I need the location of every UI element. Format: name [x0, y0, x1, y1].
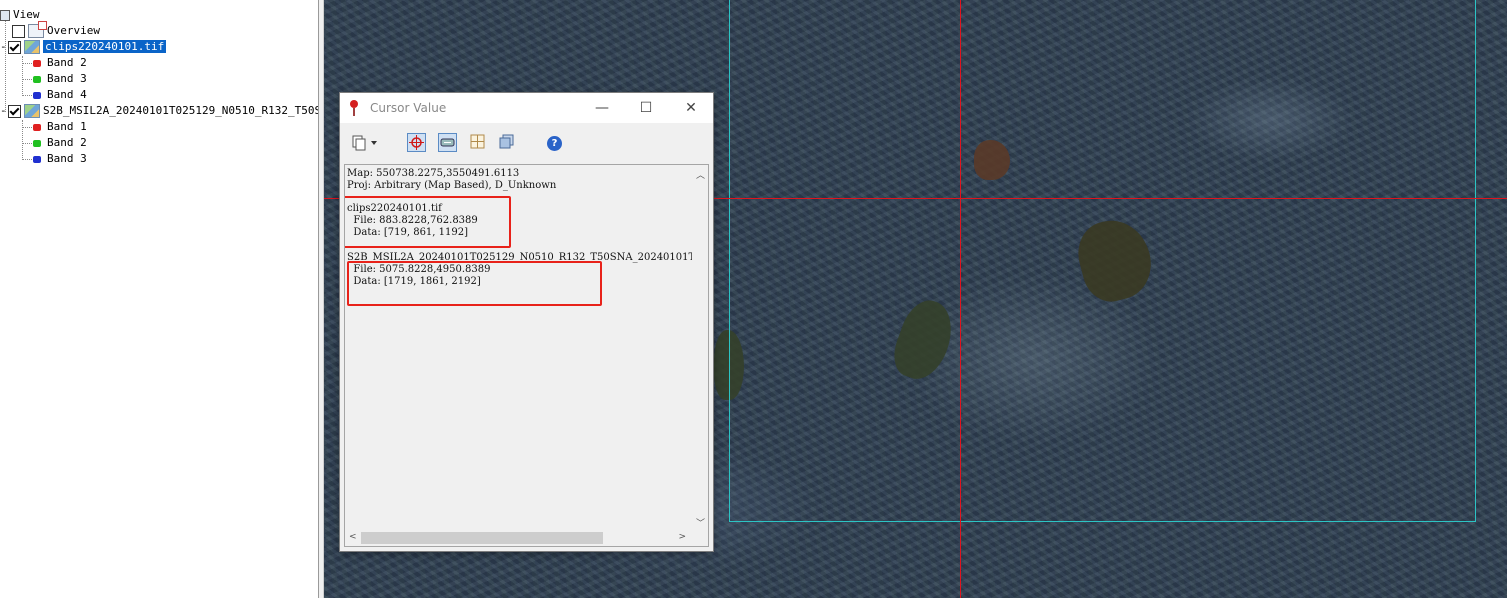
band-label: Band 2	[47, 136, 87, 149]
band-label: Band 4	[47, 88, 87, 101]
tree-connector	[22, 56, 23, 96]
tree-item-overview[interactable]: Overview	[12, 21, 100, 39]
layer-visibility-checkbox[interactable]	[8, 104, 21, 118]
tree-connector	[22, 63, 32, 64]
tree-connector	[22, 79, 32, 80]
projection-line: Proj: Arbitrary (Map Based), D_Unknown	[347, 180, 557, 191]
red-band-icon	[33, 123, 41, 131]
overview-label: Overview	[47, 24, 100, 37]
copy-dropdown-button[interactable]	[350, 133, 377, 152]
layers-icon	[499, 134, 514, 149]
tree-item-layer[interactable]: - clips220240101.tif	[0, 39, 167, 55]
blue-band-icon	[33, 155, 41, 163]
tree-item-band[interactable]: Band 2	[33, 55, 87, 71]
overview-icon	[28, 21, 47, 38]
layer-name: S2B_MSIL2A_20240101T025129_N0510_R132_T5…	[43, 104, 318, 117]
band-label: Band 1	[47, 120, 87, 133]
expand-minus-icon[interactable]: -	[0, 39, 8, 55]
layer-name: clips220240101.tif	[43, 40, 167, 53]
link-icon	[440, 138, 455, 147]
tree-connector	[22, 127, 32, 128]
tree-connector	[5, 16, 6, 112]
minimize-button[interactable]: —	[590, 97, 614, 119]
vertical-scrollbar[interactable]: ︿ ﹀	[692, 165, 708, 531]
raster-layer-icon	[24, 104, 40, 118]
band-label: Band 2	[47, 56, 87, 69]
grid-icon	[470, 134, 485, 149]
layer-visibility-checkbox[interactable]	[8, 40, 21, 54]
view-icon	[0, 9, 10, 21]
grid-button[interactable]	[469, 133, 488, 152]
crosshair-icon	[409, 135, 424, 150]
tree-item-layer[interactable]: - S2B_MSIL2A_20240101T025129_N0510_R132_T…	[0, 103, 318, 119]
scroll-down-arrow-icon[interactable]: ﹀	[696, 516, 705, 529]
maximize-button[interactable]: ☐	[634, 97, 658, 119]
horizontal-scroll-thumb[interactable]	[361, 532, 603, 544]
tree-item-band[interactable]: Band 1	[33, 119, 87, 135]
band-label: Band 3	[47, 152, 87, 165]
highlight-box	[345, 196, 511, 248]
link-toggle-button[interactable]	[438, 133, 457, 152]
tree-item-band[interactable]: Band 4	[33, 87, 87, 103]
layers-button[interactable]	[498, 133, 517, 152]
highlight-box	[347, 261, 602, 306]
crosshair-toggle-button[interactable]	[407, 133, 426, 152]
tree-item-band[interactable]: Band 3	[33, 151, 87, 167]
help-button[interactable]: ?	[547, 136, 562, 151]
tree-root-view[interactable]: View	[0, 7, 40, 23]
crosshair-vertical	[960, 0, 961, 598]
cursor-value-dialog[interactable]: Cursor Value — ☐ ✕ ? Map: 550738.2275,35…	[339, 92, 714, 552]
scroll-right-arrow-icon[interactable]: >	[678, 532, 686, 542]
pin-icon	[350, 100, 358, 116]
copy-icon	[352, 135, 377, 151]
scroll-up-arrow-icon[interactable]: ︿	[696, 168, 705, 181]
tree-connector	[22, 120, 23, 160]
layer-manager-panel: View Overview - clips220240101.tif Band 2…	[0, 0, 318, 598]
green-band-icon	[33, 139, 41, 147]
horizontal-scrollbar[interactable]: < >	[345, 530, 692, 546]
tree-connector	[22, 143, 32, 144]
tree-item-band[interactable]: Band 2	[33, 135, 87, 151]
tree-connector	[22, 95, 32, 96]
tree-item-band[interactable]: Band 3	[33, 71, 87, 87]
red-band-icon	[33, 59, 41, 67]
blue-band-icon	[33, 91, 41, 99]
expand-minus-icon[interactable]: -	[0, 103, 8, 119]
band-label: Band 3	[47, 72, 87, 85]
dialog-titlebar[interactable]: Cursor Value — ☐ ✕	[340, 93, 713, 123]
dialog-toolbar: ?	[340, 123, 713, 163]
close-button[interactable]: ✕	[679, 97, 703, 119]
cursor-value-output[interactable]: Map: 550738.2275,3550491.6113 Proj: Arbi…	[344, 164, 709, 547]
map-coordinate-line: Map: 550738.2275,3550491.6113	[347, 168, 520, 179]
raster-layer-icon	[24, 40, 40, 54]
tree-root-label: View	[13, 8, 40, 21]
green-band-icon	[33, 75, 41, 83]
dialog-title: Cursor Value	[370, 101, 447, 115]
tree-connector	[22, 159, 32, 160]
overview-checkbox[interactable]	[12, 24, 25, 38]
image-footprint-outline	[729, 0, 1476, 522]
scroll-left-arrow-icon[interactable]: <	[349, 532, 357, 542]
